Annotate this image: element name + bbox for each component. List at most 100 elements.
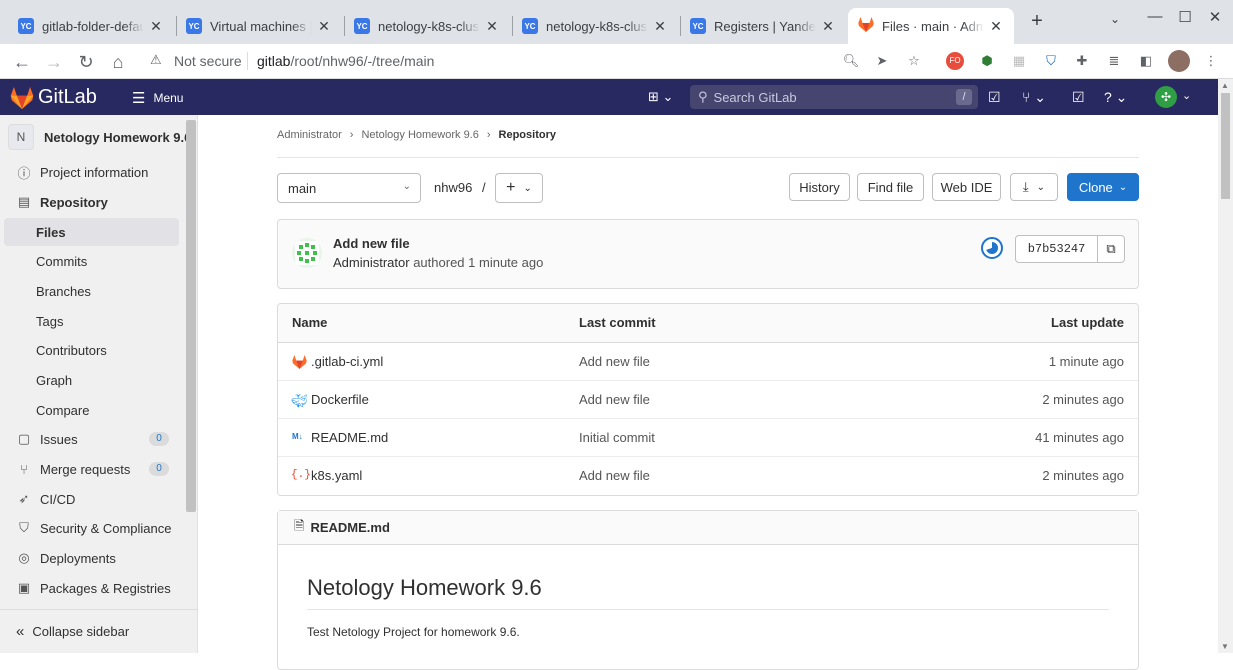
breadcrumb-item[interactable]: Administrator — [277, 129, 342, 141]
window-close-icon[interactable]: ✕ — [1200, 8, 1230, 26]
sidebar-item-cicd[interactable]: ➶ CI/CD — [4, 485, 179, 513]
maximize-icon[interactable]: ☐ — [1170, 8, 1200, 26]
history-button[interactable]: History — [789, 173, 850, 201]
browser-tab-active[interactable]: Files · main · Administrator ✕ — [848, 8, 1014, 44]
commit-sha[interactable]: b7b53247 — [1016, 236, 1098, 262]
breadcrumb-current[interactable]: Repository — [499, 129, 556, 141]
zoom-icon[interactable]: 🔍︎ — [842, 52, 860, 70]
search-input[interactable]: ⚲ Search GitLab / — [690, 85, 978, 109]
close-tab-icon[interactable]: ✕ — [988, 18, 1004, 35]
branch-selector[interactable]: main ⌄ — [277, 173, 421, 203]
extension-icon[interactable]: FO — [946, 52, 964, 70]
clone-button[interactable]: Clone ⌄ — [1067, 173, 1139, 201]
issues-count-badge: 0 — [149, 432, 169, 446]
download-button[interactable]: ⤓ ⌄ — [1010, 173, 1058, 201]
sidebar-project-link[interactable]: N Netology Homework 9.6 — [8, 124, 188, 150]
commit-message[interactable]: Add new file — [333, 236, 410, 251]
browser-tab[interactable]: YC Virtual machines | Ya ✕ — [176, 8, 342, 44]
issues-icon[interactable]: ☑ — [988, 89, 1001, 106]
commit-link[interactable]: Add new file — [579, 354, 650, 369]
shield-extension-icon[interactable]: ⛉ — [1042, 52, 1060, 70]
browser-tab[interactable]: YC gitlab-folder-default ✕ — [8, 8, 174, 44]
sidebar-item-repository[interactable]: ▤ Repository — [4, 188, 179, 216]
commit-link[interactable]: Initial commit — [579, 430, 655, 445]
sidebar-item-contributors[interactable]: Contributors — [4, 336, 179, 364]
commit-link[interactable]: Add new file — [579, 392, 650, 407]
back-icon[interactable]: ← — [10, 50, 34, 74]
sidebar-item-commits[interactable]: Commits — [4, 247, 179, 275]
todo-icon[interactable]: ☑ — [1072, 89, 1085, 106]
table-row[interactable]: {.} k8s.yaml Add new file 2 minutes ago — [278, 457, 1138, 495]
table-row[interactable]: M↓ README.md Initial commit 41 minutes a… — [278, 419, 1138, 457]
sidebar-item-security-compliance[interactable]: ⛉ Security & Compliance — [4, 514, 179, 542]
collapse-sidebar-button[interactable]: « Collapse sidebar — [0, 609, 198, 653]
extension-icon[interactable]: ▦ — [1010, 52, 1028, 70]
forward-icon[interactable]: → — [42, 50, 66, 74]
repo-path[interactable]: nhw96 / — [434, 180, 486, 195]
close-tab-icon[interactable]: ✕ — [652, 18, 668, 35]
sidebar-item-files[interactable]: Files — [4, 218, 179, 246]
sidebar-item-branches[interactable]: Branches — [4, 277, 179, 305]
puzzle-icon[interactable]: ✚ — [1073, 52, 1091, 70]
commit-link[interactable]: Add new file — [579, 468, 650, 483]
file-name-link[interactable]: Dockerfile — [311, 392, 369, 407]
add-to-tree-button[interactable]: + ⌄ — [495, 173, 543, 203]
minimize-icon[interactable]: — — [1140, 8, 1170, 25]
security-label[interactable]: Not secure — [174, 53, 242, 69]
extension-icon[interactable]: ⬢ — [978, 52, 996, 70]
sidebar-item-compare[interactable]: Compare — [4, 396, 179, 424]
sidebar-item-packages-registries[interactable]: ▣ Packages & Registries — [4, 574, 179, 602]
sidebar-item-project-information[interactable]: ⓘ Project information — [4, 158, 179, 186]
address-bar[interactable]: ⚠ Not secure gitlab/root/nhw96/-/tree/ma… — [140, 47, 940, 75]
author-avatar[interactable] — [292, 238, 322, 268]
file-name-link[interactable]: README.md — [311, 430, 388, 445]
url-text[interactable]: gitlab/root/nhw96/-/tree/main — [257, 53, 434, 69]
find-file-button[interactable]: Find file — [857, 173, 924, 201]
sidebar-scrollbar[interactable] — [186, 120, 196, 512]
close-tab-icon[interactable]: ✕ — [148, 18, 164, 35]
browser-tab[interactable]: YC netology-k8s-cluster ✕ — [344, 8, 510, 44]
merge-request-icon[interactable]: ⑂ ⌄ — [1022, 89, 1046, 106]
new-tab-icon[interactable]: + — [1022, 10, 1052, 33]
help-icon[interactable]: ? ⌄ — [1104, 89, 1127, 106]
scroll-up-icon[interactable]: ▲ — [1221, 81, 1229, 90]
file-name-link[interactable]: .gitlab-ci.yml — [311, 354, 383, 369]
media-icon[interactable]: ≣ — [1105, 52, 1123, 70]
reload-icon[interactable]: ↻ — [74, 50, 98, 74]
sidebar-item-tags[interactable]: Tags — [4, 307, 179, 335]
sidebar-item-graph[interactable]: Graph — [4, 366, 179, 394]
sidepanel-icon[interactable]: ◧ — [1137, 52, 1155, 70]
user-avatar-icon[interactable]: ✣ — [1155, 86, 1177, 108]
send-icon[interactable]: ➤ — [873, 52, 891, 70]
breadcrumb-item[interactable]: Netology Homework 9.6 — [361, 129, 478, 141]
star-icon[interactable]: ☆ — [905, 52, 923, 70]
kebab-menu-icon[interactable]: ⋮ — [1202, 52, 1220, 70]
menu-button[interactable]: ☰ Menu — [132, 89, 183, 107]
home-icon[interactable]: ⌂ — [106, 50, 130, 74]
close-tab-icon[interactable]: ✕ — [316, 18, 332, 35]
warning-icon[interactable]: ⚠ — [150, 52, 162, 68]
pipeline-status-icon[interactable] — [981, 237, 1003, 259]
browser-tab[interactable]: YC netology-k8s-cluster ✕ — [512, 8, 678, 44]
gitlab-home-link[interactable]: GitLab — [10, 86, 97, 109]
commit-author[interactable]: Administrator — [333, 255, 410, 270]
web-ide-button[interactable]: Web IDE — [932, 173, 1001, 201]
copy-icon[interactable]: ⧉ — [1098, 236, 1124, 262]
create-new-icon[interactable]: ⊞ ⌄ — [648, 89, 673, 105]
scroll-down-icon[interactable]: ▼ — [1221, 642, 1229, 651]
file-name-link[interactable]: k8s.yaml — [311, 468, 362, 483]
sidebar-item-issues[interactable]: ▢ Issues 0 — [4, 425, 179, 453]
sidebar-item-merge-requests[interactable]: ⑂ Merge requests 0 — [4, 455, 179, 483]
profile-avatar-icon[interactable] — [1168, 50, 1190, 72]
chevron-down-icon[interactable]: ⌄ — [1182, 89, 1191, 102]
browser-tab[interactable]: YC Registers | Yandex ✕ — [680, 8, 846, 44]
close-tab-icon[interactable]: ✕ — [820, 18, 836, 35]
page-scrollbar[interactable]: ▲ ▼ — [1218, 79, 1233, 653]
table-row[interactable]: .gitlab-ci.yml Add new file 1 minute ago — [278, 343, 1138, 381]
table-row[interactable]: 🐳︎ Dockerfile Add new file 2 minutes ago — [278, 381, 1138, 419]
sidebar-item-deployments[interactable]: ◎ Deployments — [4, 544, 179, 572]
close-tab-icon[interactable]: ✕ — [484, 18, 500, 35]
readme-filename[interactable]: README.md — [310, 520, 389, 535]
scrollbar-thumb[interactable] — [1221, 93, 1230, 199]
chevron-down-icon[interactable]: ⌄ — [1100, 12, 1130, 26]
